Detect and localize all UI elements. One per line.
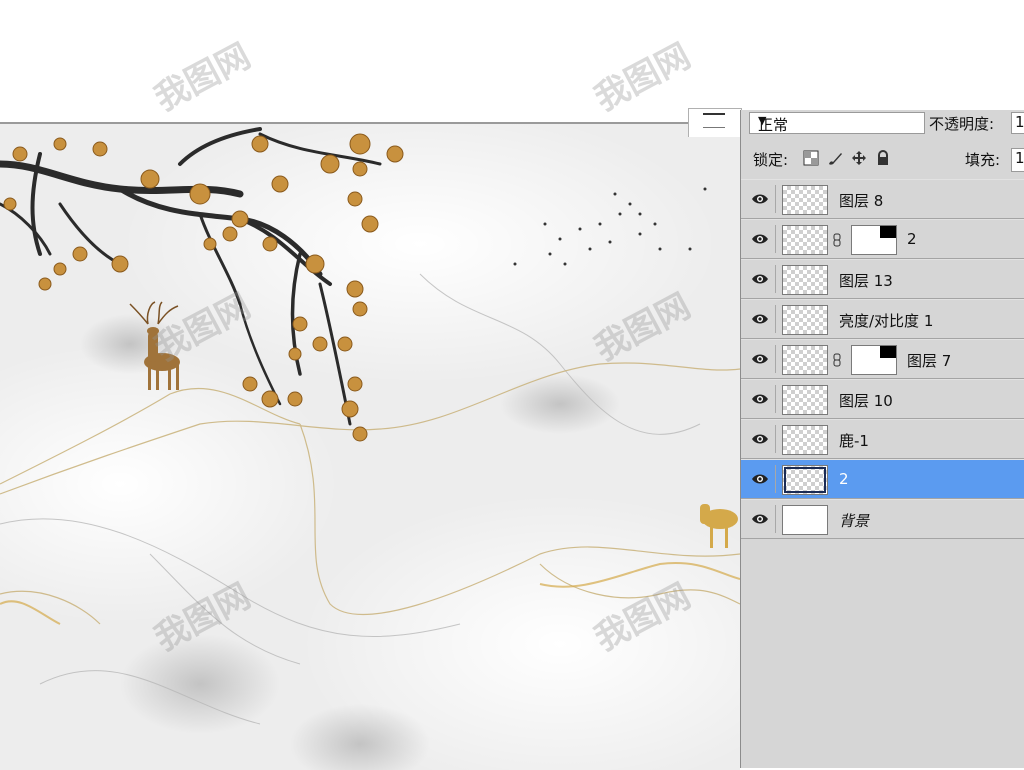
layer-name: 鹿-1: [839, 432, 869, 450]
document-canvas[interactable]: [0, 122, 740, 770]
opacity-value: 1: [1015, 113, 1024, 131]
layer-thumbnail[interactable]: [782, 425, 828, 455]
layer-thumbnail[interactable]: [782, 185, 828, 215]
layer-mask-thumbnail[interactable]: [851, 345, 897, 375]
layer-row[interactable]: 图层 7: [741, 339, 1024, 379]
opacity-input[interactable]: 1: [1011, 112, 1024, 134]
layer-row[interactable]: 图层 13: [741, 259, 1024, 299]
blend-mode-select[interactable]: 正常 ▼: [749, 112, 925, 134]
layer-name: 图层 10: [839, 392, 893, 410]
layer-name: 图层 7: [907, 352, 952, 370]
lock-transparency-icon[interactable]: [803, 150, 819, 166]
layer-thumbnail[interactable]: [782, 305, 828, 335]
layer-name: 图层 8: [839, 192, 884, 210]
layer-row[interactable]: 亮度/对比度 1: [741, 299, 1024, 339]
fill-input[interactable]: 1: [1011, 148, 1024, 172]
layer-name: 图层 13: [839, 272, 893, 290]
fill-label: 填充:: [965, 151, 1001, 169]
visibility-eye-icon[interactable]: [745, 425, 776, 453]
panel-menu-icon[interactable]: [703, 113, 725, 128]
layer-row[interactable]: 图层 10: [741, 379, 1024, 419]
layer-name: 背景: [839, 512, 870, 530]
watermark: 我图网: [148, 35, 258, 120]
visibility-eye-icon[interactable]: [745, 385, 776, 413]
layer-row[interactable]: 2: [741, 219, 1024, 259]
layer-thumbnail[interactable]: [782, 385, 828, 415]
layer-row[interactable]: 背景: [741, 499, 1024, 539]
lock-position-move-icon[interactable]: [851, 150, 867, 166]
artwork: [0, 124, 740, 770]
visibility-eye-icon[interactable]: [745, 465, 776, 493]
layer-row[interactable]: 2: [741, 459, 1024, 499]
lock-label: 锁定:: [753, 151, 789, 169]
visibility-eye-icon[interactable]: [745, 505, 776, 533]
layer-name: 2: [839, 470, 849, 488]
lock-row: 锁定: 填充: 1: [741, 146, 1024, 172]
layer-thumbnail[interactable]: [782, 345, 828, 375]
layer-row[interactable]: 鹿-1: [741, 419, 1024, 459]
layer-thumbnail[interactable]: [782, 465, 828, 495]
lock-all-icon[interactable]: [875, 150, 891, 166]
mask-link-icon[interactable]: [833, 233, 841, 247]
lock-pixels-brush-icon[interactable]: [827, 150, 843, 166]
mask-link-icon[interactable]: [833, 353, 841, 367]
visibility-eye-icon[interactable]: [745, 185, 776, 213]
layer-mask-thumbnail[interactable]: [851, 225, 897, 255]
visibility-eye-icon[interactable]: [745, 305, 776, 333]
canvas-corner: [688, 108, 742, 137]
layer-thumbnail[interactable]: [782, 505, 828, 535]
visibility-eye-icon[interactable]: [745, 345, 776, 373]
fill-value: 1: [1015, 149, 1024, 167]
visibility-eye-icon[interactable]: [745, 225, 776, 253]
layer-row[interactable]: 图层 8: [741, 179, 1024, 219]
opacity-label: 不透明度:: [929, 115, 995, 133]
watermark: 我图网: [588, 35, 698, 120]
visibility-eye-icon[interactable]: [745, 265, 776, 293]
layer-thumbnail[interactable]: [782, 265, 828, 295]
layer-name: 亮度/对比度 1: [839, 312, 934, 330]
layers-panel: 正常 ▼ 不透明度: 1 锁定: 填充: 1 图层 8 2 图层 13 亮度/对比度 …: [740, 110, 1024, 768]
layers-list: 图层 8 2 图层 13 亮度/对比度 1 图层 7 图层 10 鹿-1 2 背景: [741, 179, 1024, 539]
layer-thumbnail[interactable]: [782, 225, 828, 255]
dropdown-arrow-icon: ▼: [758, 114, 767, 127]
layer-name: 2: [907, 230, 917, 248]
